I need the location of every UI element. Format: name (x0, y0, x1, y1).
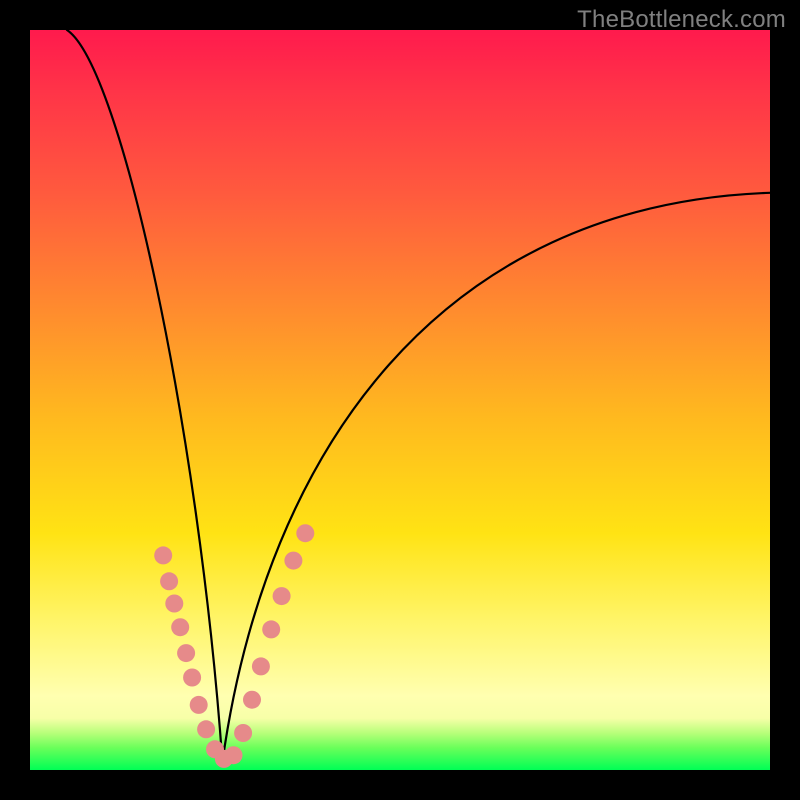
curve-markers (154, 524, 314, 768)
bottleneck-curve (67, 30, 770, 762)
chart-frame: TheBottleneck.com (0, 0, 800, 800)
curve-marker (197, 720, 215, 738)
curve-marker (171, 618, 189, 636)
curve-marker (190, 696, 208, 714)
curve-marker (165, 595, 183, 613)
curve-marker (243, 691, 261, 709)
curve-marker (234, 724, 252, 742)
curve-marker (273, 587, 291, 605)
curve-marker (296, 524, 314, 542)
curve-marker (154, 546, 172, 564)
curve-marker (252, 657, 270, 675)
curve-marker (225, 746, 243, 764)
curve-marker (177, 644, 195, 662)
curve-marker (183, 669, 201, 687)
watermark-text: TheBottleneck.com (577, 6, 786, 34)
curve-marker (160, 572, 178, 590)
curve-marker (262, 620, 280, 638)
bottleneck-curve-svg (30, 30, 770, 770)
plot-area (30, 30, 770, 770)
curve-marker (284, 552, 302, 570)
